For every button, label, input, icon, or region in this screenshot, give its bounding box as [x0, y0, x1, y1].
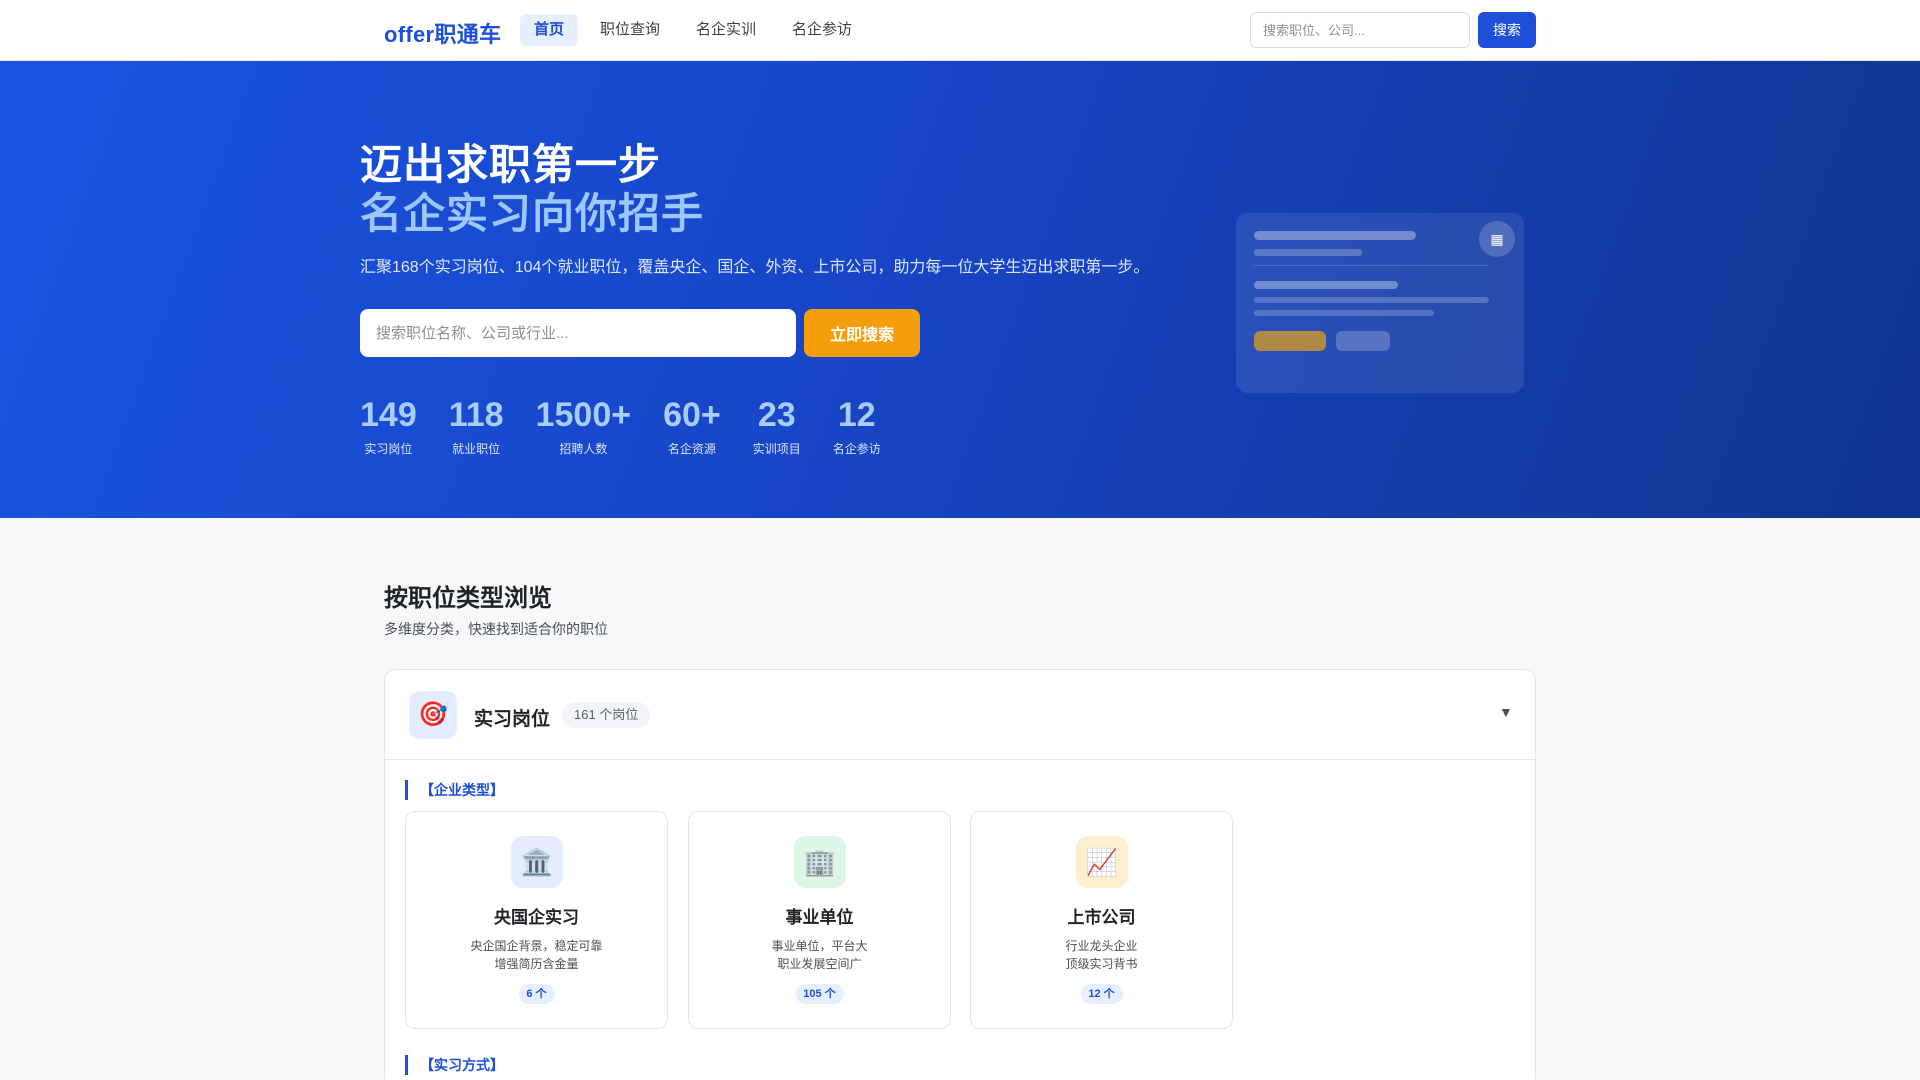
stat-label: 实习岗位 [364, 442, 413, 456]
stat-hires: 1500+ 招聘人数 [536, 396, 632, 457]
card-count-badge: 105 个 [795, 984, 844, 1004]
category-card-public-institution[interactable]: 🏢 事业单位 事业单位，平台大 职业发展空间广 105 个 [688, 811, 951, 1029]
chart-up-icon: 📈 [1076, 836, 1128, 888]
nav-search-input[interactable] [1250, 12, 1470, 48]
stat-training: 23 实训项目 [753, 396, 801, 457]
card-description: 增强简历含金量 [494, 957, 579, 971]
hero-search-button[interactable]: 立即搜索 [804, 309, 920, 357]
nav-link-home[interactable]: 首页 [520, 14, 579, 46]
panel-header[interactable]: 🎯 实习岗位 161 个岗位 ▼ [385, 670, 1535, 760]
top-navbar: offer职通车 首页 职位查询 名企实训 名企参访 搜索 [0, 0, 1920, 61]
nav-search-button[interactable]: 搜索 [1478, 12, 1536, 48]
stat-value: 23 [757, 396, 796, 434]
mock-button-secondary [1336, 331, 1390, 351]
bank-icon: 🏛️ [511, 836, 563, 888]
hero-description: 汇聚168个实习岗位、104个就业职位，覆盖央企、国企、外资、上市公司，助力每一… [360, 259, 1150, 276]
group-label-internship-mode: 【实习方式】 [405, 1055, 504, 1075]
stat-jobs: 118 就业职位 [449, 396, 504, 457]
section-subtitle: 多维度分类，快速找到适合你的职位 [384, 621, 608, 637]
card-description: 顶级实习背书 [1065, 957, 1138, 971]
card-count-badge: 12 个 [1080, 984, 1123, 1004]
target-icon: 🎯 [409, 691, 457, 739]
mock-line [1254, 310, 1434, 316]
category-card-soe[interactable]: 🏛️ 央国企实习 央企国企背景，稳定可靠 增强简历含金量 6 个 [405, 811, 668, 1029]
group-label-company-type: 【企业类型】 [405, 780, 504, 800]
hero-title-line2: 名企实习向你招手 [360, 190, 705, 237]
stat-label: 名企参访 [832, 442, 881, 456]
stat-visits: 12 名企参访 [833, 396, 881, 457]
card-description: 央企国企背景，稳定可靠 [470, 939, 603, 953]
stat-label: 招聘人数 [559, 442, 608, 456]
stat-label: 就业职位 [452, 442, 501, 456]
mock-line [1254, 297, 1489, 303]
stat-label: 名企资源 [667, 442, 716, 456]
stat-value: 149 [360, 396, 417, 434]
internship-category-panel: 🎯 实习岗位 161 个岗位 ▼ 【企业类型】 🏛️ 央国企实习 央企国企背景，… [384, 669, 1536, 1080]
stat-value: 60+ [663, 396, 721, 434]
stat-value: 1500+ [535, 396, 632, 434]
stat-value: 12 [837, 396, 876, 434]
building-icon: ▦ [1479, 221, 1515, 257]
stat-internships: 149 实习岗位 [360, 396, 417, 457]
nav-links: 首页 职位查询 名企实训 名企参访 [520, 14, 870, 46]
stat-label: 实训项目 [752, 442, 801, 456]
category-card-listed-company[interactable]: 📈 上市公司 行业龙头企业 顶级实习背书 12 个 [970, 811, 1233, 1029]
brand-logo[interactable]: offer职通车 [384, 17, 501, 49]
mock-button-primary [1254, 331, 1326, 351]
mock-line [1254, 249, 1362, 256]
office-building-icon: 🏢 [794, 836, 846, 888]
hero-illustration-card: ▦ [1236, 213, 1524, 393]
card-description: 事业单位，平台大 [771, 939, 868, 953]
hero-stats: 149 实习岗位 118 就业职位 1500+ 招聘人数 60+ 名企资源 23… [360, 396, 913, 457]
card-title: 上市公司 [1067, 908, 1136, 927]
hero-banner: 迈出求职第一步 名企实习向你招手 汇聚168个实习岗位、104个就业职位，覆盖央… [0, 61, 1920, 518]
card-description: 职业发展空间广 [777, 957, 862, 971]
panel-title: 实习岗位 [474, 709, 551, 730]
nav-link-visits[interactable]: 名企参访 [778, 14, 866, 46]
card-count-badge: 6 个 [518, 984, 555, 1004]
hero-search-input[interactable] [360, 309, 796, 357]
nav-link-job-search[interactable]: 职位查询 [586, 14, 674, 46]
stat-companies: 60+ 名企资源 [663, 396, 721, 457]
chevron-down-icon[interactable]: ▼ [1499, 704, 1513, 720]
card-description: 行业龙头企业 [1065, 939, 1138, 953]
nav-link-training[interactable]: 名企实训 [682, 14, 770, 46]
card-title: 事业单位 [785, 908, 854, 927]
stat-value: 118 [448, 396, 504, 434]
panel-count-badge: 161 个岗位 [562, 702, 651, 728]
mock-divider [1254, 265, 1489, 266]
mock-line [1254, 281, 1398, 289]
mock-line [1254, 231, 1416, 240]
section-title: 按职位类型浏览 [384, 585, 552, 612]
card-title: 央国企实习 [494, 908, 579, 927]
